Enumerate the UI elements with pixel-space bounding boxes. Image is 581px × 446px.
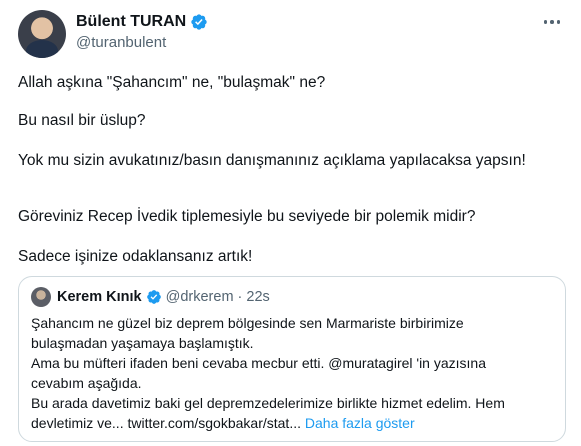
author-avatar[interactable] — [18, 10, 66, 58]
quoted-author-handle: @drkerem — [165, 289, 234, 305]
author-info: Bülent TURAN @turanbulent — [76, 12, 208, 53]
tweet-header: Bülent TURAN @turanbulent — [18, 10, 566, 58]
quoted-text-line: Bu arada davetimiz baki gel depremzedele… — [31, 395, 505, 411]
author-handle[interactable]: @turanbulent — [76, 33, 208, 53]
more-dot — [543, 20, 548, 24]
verified-badge-icon — [146, 290, 161, 304]
author-name-row: Bülent TURAN — [76, 12, 208, 32]
quoted-author-avatar — [31, 287, 51, 307]
quoted-author-name: Kerem Kınık — [57, 289, 142, 305]
separator-dot: · — [237, 289, 243, 305]
author-name[interactable]: Bülent TURAN — [76, 12, 186, 32]
quoted-text-truncated: devletimiz ve... twitter.com/sgokbakar/s… — [31, 415, 301, 431]
quoted-text-last-line: devletimiz ve... twitter.com/sgokbakar/s… — [31, 413, 555, 433]
tweet-paragraph: Allah aşkına "Şahancım" ne, "bulaşmak" n… — [18, 74, 326, 91]
quoted-text-line: Şahancım ne güzel biz deprem bölgesinde … — [31, 315, 464, 331]
show-more-link[interactable]: Daha fazla göster — [305, 415, 415, 431]
more-dot — [556, 20, 561, 24]
quoted-text-line: cevabım aşağıda. — [31, 375, 142, 391]
quoted-tweet[interactable]: Kerem Kınık @drkerem · 22s Şahancım ne g… — [18, 276, 566, 442]
quoted-tweet-time[interactable]: 22s — [246, 289, 269, 305]
more-dot — [550, 20, 554, 24]
tweet-paragraph: Göreviniz Recep İvedik tiplemesiyle bu s… — [18, 208, 476, 225]
tweet-paragraph: Sadece işinize odaklansanız artık! — [18, 248, 253, 265]
quoted-text-line: Ama bu müfteri ifaden beni cevaba mecbur… — [31, 355, 486, 371]
verified-badge-icon — [191, 14, 207, 30]
quoted-tweet-header: Kerem Kınık @drkerem · 22s — [31, 287, 270, 307]
quoted-tweet-text: Şahancım ne güzel biz deprem bölgesinde … — [31, 313, 555, 433]
more-options-icon[interactable] — [538, 10, 566, 34]
tweet-paragraph: Yok mu sizin avukatınız/basın danışmanın… — [18, 152, 526, 169]
quoted-text-line: bulaşmadan yaşamaya başlamıştık. — [31, 335, 254, 351]
tweet-paragraph: Bu nasıl bir üslup? — [18, 112, 146, 129]
